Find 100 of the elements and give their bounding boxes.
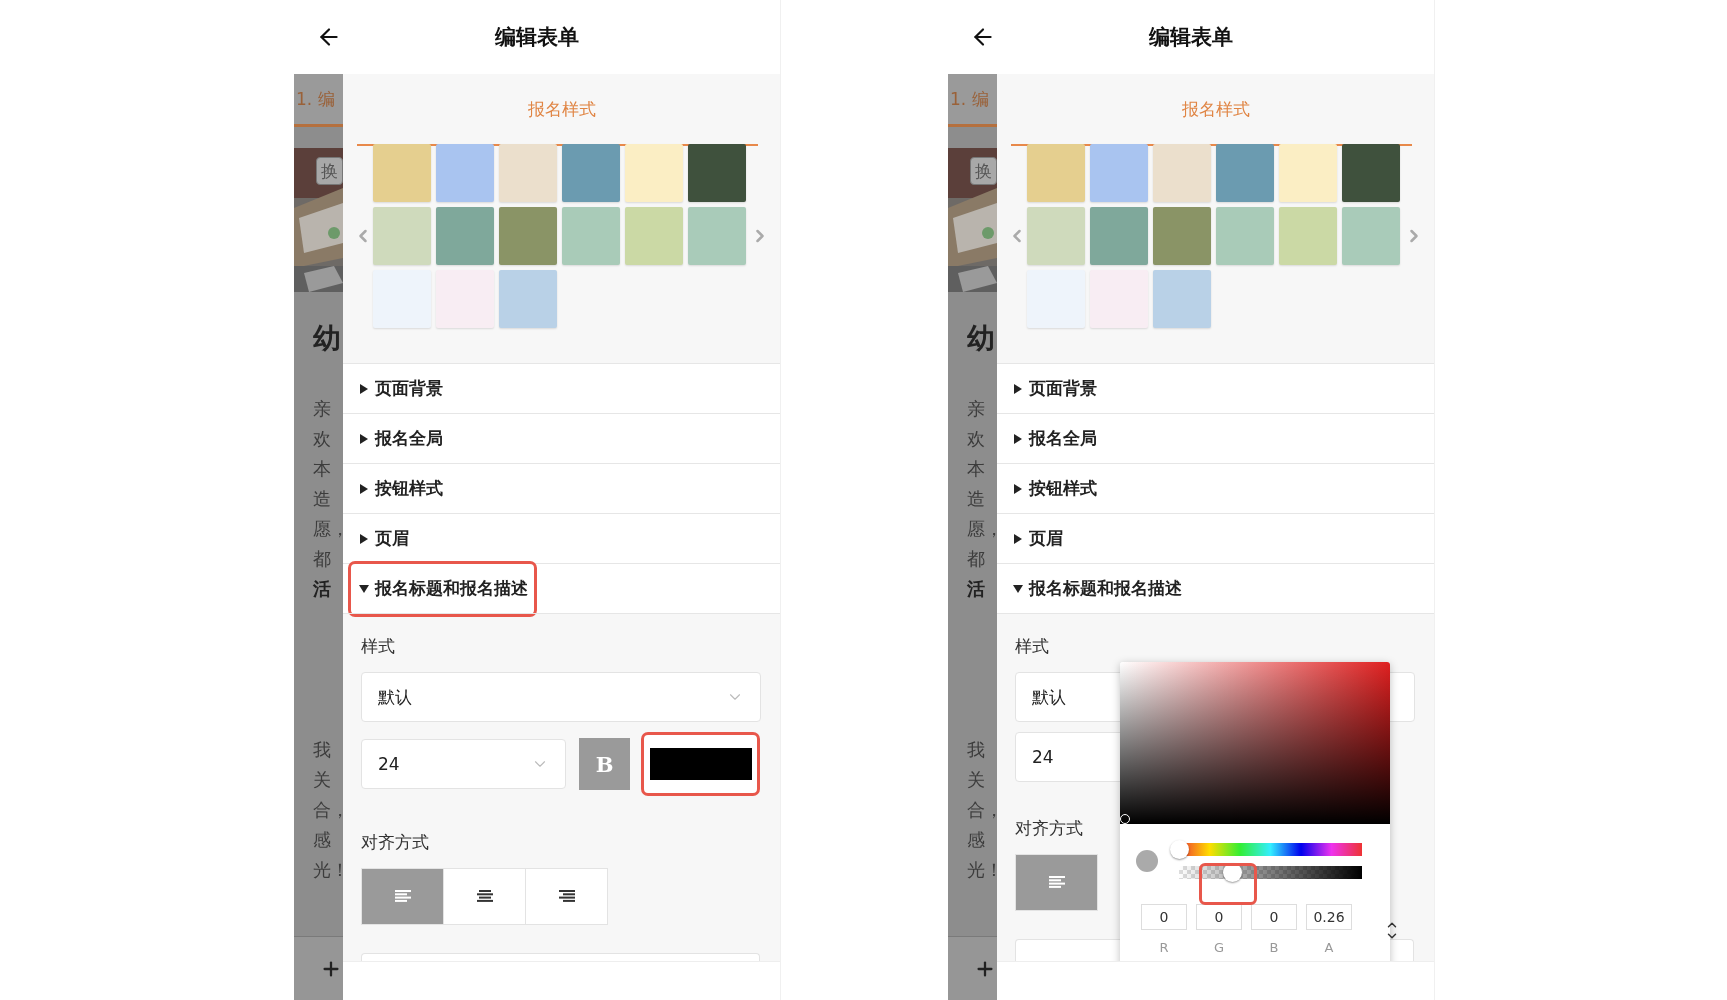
theme-swatch[interactable]	[1279, 207, 1337, 265]
page-heading: 幼	[967, 321, 996, 357]
align-left-icon	[1048, 876, 1065, 889]
channel-input[interactable]: 0.26	[1306, 904, 1352, 930]
paragraph-line: 愿，	[313, 517, 343, 541]
theme-swatch[interactable]	[1279, 144, 1337, 202]
paragraph-line: 亲	[967, 397, 986, 421]
section-header[interactable]: 页面背景	[343, 363, 780, 413]
paragraph-line: 都	[313, 547, 332, 571]
paragraph-line: 本	[967, 457, 986, 481]
theme-swatch[interactable]	[1090, 144, 1148, 202]
section-header[interactable]: 页眉	[997, 513, 1434, 563]
theme-swatch[interactable]	[436, 144, 494, 202]
paragraph-line: 活	[967, 577, 986, 601]
theme-swatch[interactable]	[1027, 144, 1085, 202]
theme-swatch[interactable]	[373, 270, 431, 328]
channel-label: R	[1159, 940, 1169, 955]
theme-swatch[interactable]	[688, 144, 746, 202]
section-title: 页眉	[375, 527, 409, 550]
channel-label: G	[1213, 940, 1225, 955]
field-label: 样式	[1015, 635, 1049, 658]
section-title: 页面背景	[375, 377, 443, 400]
paragraph-line: 造	[967, 487, 986, 511]
section-header[interactable]: 页眉	[343, 513, 780, 563]
theme-swatch[interactable]	[1027, 207, 1085, 265]
theme-swatch[interactable]	[562, 144, 620, 202]
section-header[interactable]: 报名全局	[997, 413, 1434, 463]
paragraph-line: 关	[967, 768, 986, 792]
align-button[interactable]	[525, 868, 608, 925]
theme-swatch[interactable]	[1216, 144, 1274, 202]
theme-swatch[interactable]	[499, 144, 557, 202]
theme-swatch[interactable]	[1153, 270, 1211, 328]
section-header[interactable]: 报名标题和报名描述	[997, 563, 1434, 613]
step-label: 1. 编	[295, 87, 335, 111]
theme-swatch[interactable]	[499, 270, 557, 328]
section-header[interactable]: 按钮样式	[343, 463, 780, 513]
theme-swatch[interactable]	[499, 207, 557, 265]
section-title: 按钮样式	[1029, 477, 1097, 500]
align-button[interactable]	[1015, 854, 1098, 911]
section-header[interactable]: 页面背景	[997, 363, 1434, 413]
paragraph-line: 我	[313, 738, 332, 762]
saturation-area[interactable]	[1120, 662, 1390, 824]
page-title: 编辑表单	[495, 24, 579, 51]
field-label: 对齐方式	[1015, 817, 1083, 840]
page-heading: 幼	[313, 321, 342, 357]
channel-label: A	[1324, 940, 1334, 955]
theme-swatch[interactable]	[1027, 270, 1085, 328]
theme-swatch[interactable]	[436, 207, 494, 265]
align-button[interactable]	[443, 868, 526, 925]
section-title: 报名标题和报名描述	[1029, 577, 1182, 600]
paragraph-line: 感	[313, 828, 332, 852]
step-label: 1. 编	[949, 87, 989, 111]
theme-swatch[interactable]	[1153, 144, 1211, 202]
color-field[interactable]	[641, 732, 760, 796]
theme-swatch[interactable]	[373, 207, 431, 265]
page-title: 编辑表单	[1149, 24, 1233, 51]
theme-swatch[interactable]	[562, 207, 620, 265]
channel-label: B	[1269, 940, 1279, 955]
channel-input[interactable]: 0	[1141, 904, 1187, 930]
section-title: 页面背景	[1029, 377, 1097, 400]
theme-swatch[interactable]	[1090, 207, 1148, 265]
paragraph-line: 合，	[313, 798, 343, 822]
channel-input[interactable]: 0	[1196, 904, 1242, 930]
theme-swatch[interactable]	[1216, 207, 1274, 265]
theme-swatch[interactable]	[373, 144, 431, 202]
paragraph-line: 感	[967, 828, 986, 852]
section-title: 报名全局	[375, 427, 443, 450]
align-center-icon	[476, 890, 493, 903]
section-header[interactable]: 按钮样式	[997, 463, 1434, 513]
theme-swatch[interactable]	[1342, 144, 1400, 202]
align-left-icon	[394, 890, 411, 903]
paragraph-line: 关	[313, 768, 332, 792]
theme-swatch[interactable]	[625, 144, 683, 202]
section-title: 报名标题和报名描述	[375, 577, 528, 600]
paragraph-line: 造	[313, 487, 332, 511]
paragraph-line: 欢	[313, 427, 332, 451]
field-label: 对齐方式	[361, 831, 429, 854]
channel-input[interactable]: 0	[1251, 904, 1297, 930]
color-preview	[1136, 850, 1158, 872]
align-button[interactable]	[361, 868, 444, 925]
section-title: 页眉	[1029, 527, 1063, 550]
section-title: 报名全局	[1029, 427, 1097, 450]
paragraph-line: 欢	[967, 427, 986, 451]
paragraph-line: 光！	[967, 858, 997, 882]
style-select[interactable]: 默认	[361, 672, 761, 722]
section-header[interactable]: 报名全局	[343, 413, 780, 463]
paragraph-line: 都	[967, 547, 986, 571]
field-label: 样式	[361, 635, 395, 658]
paragraph-line: 亲	[313, 397, 332, 421]
paragraph-line: 光！	[313, 858, 343, 882]
paragraph-line: 我	[967, 738, 986, 762]
paragraph-line: 愿，	[967, 517, 997, 541]
size-select[interactable]: 24	[361, 739, 566, 789]
slider-thumb[interactable]	[1170, 840, 1189, 859]
theme-swatch[interactable]	[1153, 207, 1211, 265]
paragraph-line: 合，	[967, 798, 997, 822]
theme-swatch[interactable]	[688, 207, 746, 265]
theme-swatch[interactable]	[625, 207, 683, 265]
align-right-icon	[558, 890, 575, 903]
theme-swatch[interactable]	[1342, 207, 1400, 265]
